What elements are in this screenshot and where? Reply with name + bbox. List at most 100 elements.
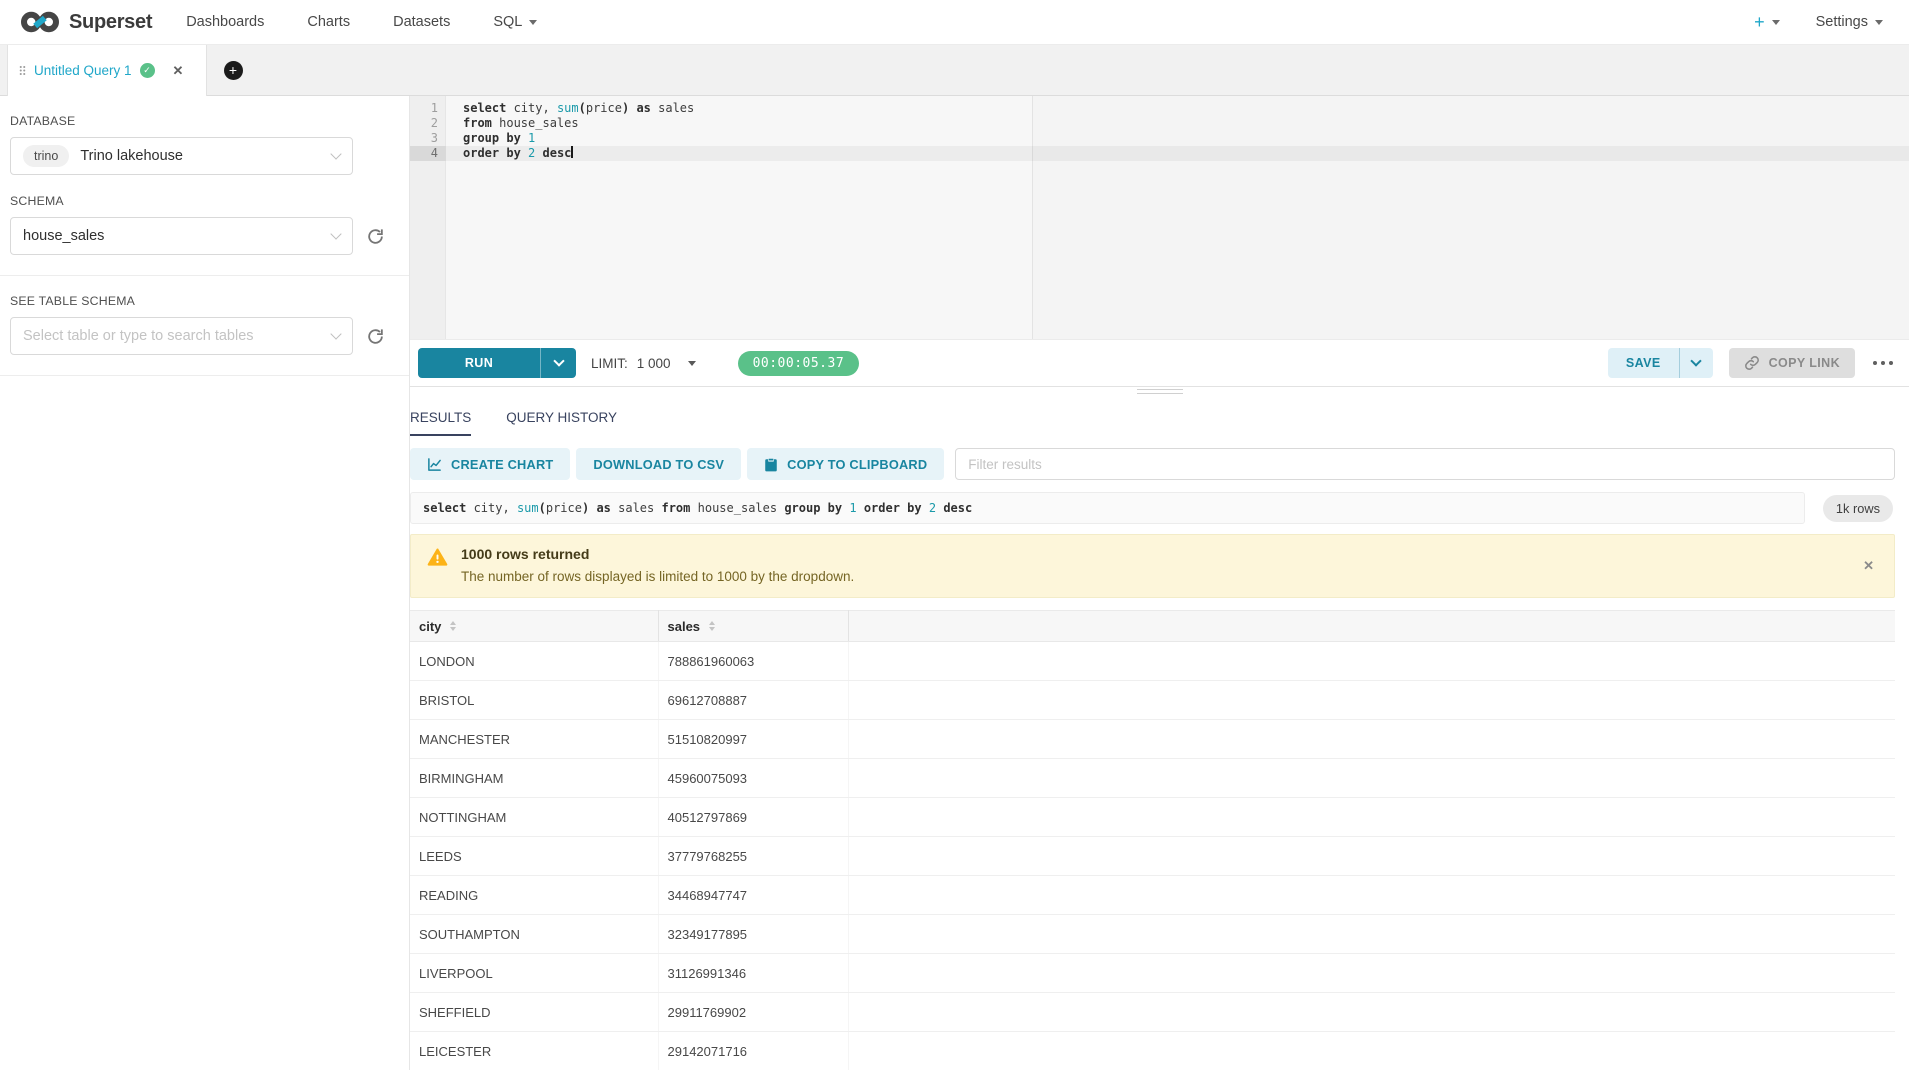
create-chart-button[interactable]: CREATE CHART [410, 448, 570, 480]
line-number: 3 [410, 131, 446, 146]
schema-select[interactable]: house_sales [10, 217, 353, 255]
chevron-down-icon [529, 20, 537, 25]
results-actions: CREATE CHART DOWNLOAD TO CSV COPY TO CLI… [410, 448, 1895, 480]
editor-toolbar: RUN LIMIT: 1 000 00:00:05.37 SAVE [410, 340, 1909, 386]
tab-title: Untitled Query 1 [34, 63, 132, 78]
chevron-down-icon [330, 228, 341, 239]
sql-token: order by [864, 501, 922, 515]
database-select[interactable]: trino Trino lakehouse [10, 137, 353, 175]
copy-link-button[interactable]: COPY LINK [1729, 348, 1855, 378]
sort-icon [450, 621, 456, 631]
settings-label: Settings [1816, 14, 1868, 30]
brand-link[interactable]: Superset [20, 10, 152, 34]
results-table: city sales LONDON788861960063BRISTOL [410, 610, 1895, 1070]
run-button[interactable]: RUN [418, 348, 540, 378]
table-row: MANCHESTER51510820997 [410, 720, 1895, 759]
code-line: from house_sales [446, 116, 579, 131]
sql-token [922, 501, 929, 515]
close-alert-icon[interactable]: ✕ [1863, 558, 1874, 574]
table-row: BRISTOL69612708887 [410, 681, 1895, 720]
query-success-check-icon: ✓ [140, 63, 155, 78]
top-navbar: Superset Dashboards Charts Datasets SQL + S… [0, 0, 1909, 45]
cell-sales: 29142071716 [658, 1032, 848, 1070]
column-header-filler [848, 611, 1895, 642]
sql-token: house_sales [690, 501, 784, 515]
table-row: SOUTHAMPTON32349177895 [410, 915, 1895, 954]
sql-token: select [423, 501, 466, 515]
refresh-tables-button[interactable] [366, 327, 385, 346]
save-button-group: SAVE [1608, 348, 1713, 378]
alert-body: 1000 rows returned The number of rows di… [461, 546, 854, 584]
chevron-down-icon [330, 328, 341, 339]
database-engine-badge: trino [23, 145, 69, 167]
save-button[interactable]: SAVE [1608, 348, 1679, 378]
main-nav: Dashboards Charts Datasets SQL [186, 14, 580, 30]
cell-filler [848, 798, 1895, 837]
sql-token: order by [463, 146, 521, 160]
column-label: sales [668, 619, 701, 634]
sql-token: city, [466, 501, 517, 515]
settings-menu[interactable]: Settings [1816, 14, 1883, 30]
toolbar-right: SAVE COPY LINK [1608, 348, 1895, 378]
south-pane: RESULTS QUERY HISTORY CREATE CHART DOWNLO… [410, 396, 1909, 1070]
limit-dropdown[interactable]: LIMIT: 1 000 [591, 356, 696, 371]
cell-filler [848, 876, 1895, 915]
nav-item-datasets[interactable]: Datasets [393, 14, 450, 30]
tab-results[interactable]: RESULTS [410, 410, 471, 436]
cell-filler [848, 1032, 1895, 1070]
cell-filler [848, 993, 1895, 1032]
cell-sales: 34468947747 [658, 876, 848, 915]
refresh-schemas-button[interactable] [366, 227, 385, 246]
sql-token: from [463, 116, 492, 130]
code-line: order by 2 desc [446, 146, 573, 161]
tab-untitled-query-1[interactable]: Untitled Query 1 ✓ ✕ [7, 45, 207, 96]
copy-clipboard-button[interactable]: COPY TO CLIPBOARD [747, 448, 944, 480]
tab-query-history[interactable]: QUERY HISTORY [506, 410, 617, 436]
line-number: 4 [410, 146, 446, 161]
sql-token: sales [651, 101, 694, 115]
editor-line: 2from house_sales [410, 116, 1909, 131]
superset-logo-icon [20, 10, 60, 34]
cell-city: BIRMINGHAM [410, 759, 658, 798]
cell-city: SHEFFIELD [410, 993, 658, 1032]
nav-item-sql[interactable]: SQL [493, 14, 537, 30]
limit-value: 1 000 [637, 356, 671, 371]
cell-filler [848, 642, 1895, 681]
new-item-button[interactable]: + [1754, 13, 1780, 31]
sql-editor[interactable]: 1select city, sum(price) as sales2from h… [410, 96, 1909, 340]
sql-token: group by [463, 131, 521, 145]
cell-city: LEEDS [410, 837, 658, 876]
download-csv-button[interactable]: DOWNLOAD TO CSV [576, 448, 741, 480]
sql-token: desc [543, 146, 572, 160]
run-options-button[interactable] [540, 348, 576, 378]
filter-results-input[interactable] [955, 448, 1895, 480]
cell-sales: 29911769902 [658, 993, 848, 1032]
chevron-down-icon [330, 148, 341, 159]
database-label: DATABASE [10, 114, 385, 128]
cell-sales: 31126991346 [658, 954, 848, 993]
column-header-sales[interactable]: sales [658, 611, 848, 642]
copy-link-label: COPY LINK [1769, 356, 1840, 370]
nav-item-charts[interactable]: Charts [307, 14, 350, 30]
column-header-city[interactable]: city [410, 611, 658, 642]
sql-token [857, 501, 864, 515]
add-tab-button[interactable]: + [207, 45, 259, 96]
sql-token: sales [611, 501, 662, 515]
sql-token [535, 146, 542, 160]
table-select[interactable]: Select table or type to search tables [10, 317, 353, 355]
alert-title: 1000 rows returned [461, 546, 854, 562]
line-number: 2 [410, 116, 446, 131]
close-tab-icon[interactable]: ✕ [173, 63, 184, 79]
cell-sales: 32349177895 [658, 915, 848, 954]
more-menu-button[interactable] [1871, 357, 1895, 369]
plus-icon: + [1754, 13, 1765, 31]
save-options-button[interactable] [1679, 348, 1713, 378]
drag-handle[interactable] [1137, 389, 1183, 397]
topbar-right: + Settings [1754, 13, 1883, 31]
nav-item-dashboards[interactable]: Dashboards [186, 14, 264, 30]
nav-item-label: Charts [307, 14, 350, 30]
cell-city: NOTTINGHAM [410, 798, 658, 837]
editor-lines: 1select city, sum(price) as sales2from h… [410, 101, 1909, 161]
query-preview-code: select city, sum(price) as sales from ho… [410, 492, 1805, 524]
superset-sql-lab: Superset Dashboards Charts Datasets SQL + S… [0, 0, 1909, 1070]
